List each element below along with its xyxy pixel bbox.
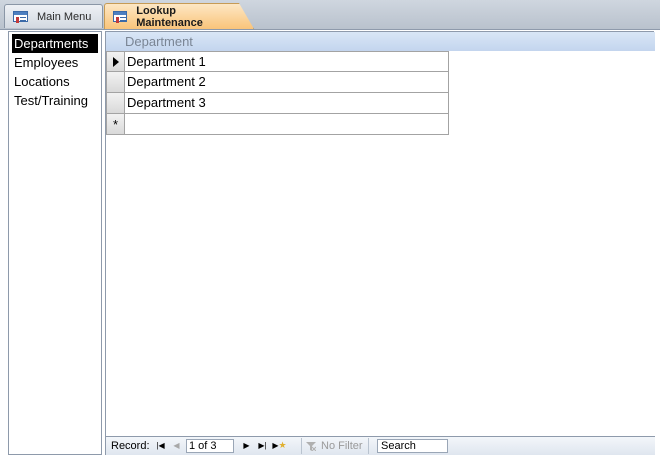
new-record-nav-icon[interactable]: ▶ ★ xyxy=(272,439,286,452)
new-department-cell[interactable] xyxy=(125,114,449,135)
list-item-employees[interactable]: Employees xyxy=(12,53,98,72)
record-selector[interactable] xyxy=(106,93,125,114)
search-input[interactable]: Search xyxy=(377,439,448,453)
tab-lookup-maintenance-label: Lookup Maintenance xyxy=(136,4,203,29)
form-header: Department xyxy=(106,32,655,51)
last-record-icon[interactable]: ▶| xyxy=(256,439,269,452)
form-icon xyxy=(113,11,128,22)
next-record-icon[interactable]: ▶ xyxy=(240,439,253,452)
previous-record-icon[interactable]: ◀ xyxy=(170,439,183,452)
lookup-list-pane: Departments Employees Locations Test/Tra… xyxy=(8,31,102,455)
lookup-listbox[interactable]: Departments Employees Locations Test/Tra… xyxy=(9,32,101,112)
department-cell[interactable]: Department 2 xyxy=(125,72,449,93)
filter-icon xyxy=(306,441,316,451)
list-item-departments[interactable]: Departments xyxy=(12,34,98,53)
document-tab-strip: Main Menu Lookup Maintenance xyxy=(0,0,660,30)
subform-pane: Department Department 1 Department 2 Dep… xyxy=(105,31,655,455)
record-navigation-bar: Record: |◀ ◀ 1 of 3 ▶ ▶| ▶ ★ No Filter Se… xyxy=(106,436,655,455)
tab-lookup-maintenance[interactable]: Lookup Maintenance xyxy=(104,3,254,29)
filter-toggle[interactable]: No Filter xyxy=(301,438,369,454)
list-item-test-training[interactable]: Test/Training xyxy=(12,91,98,110)
department-cell[interactable]: Department 1 xyxy=(125,51,449,72)
current-record-input[interactable]: 1 of 3 xyxy=(186,439,234,453)
list-item-locations[interactable]: Locations xyxy=(12,72,98,91)
column-header-department: Department xyxy=(125,34,193,49)
new-record-selector[interactable]: * xyxy=(106,114,125,135)
new-record-icon: * xyxy=(112,116,119,132)
first-record-icon[interactable]: |◀ xyxy=(154,439,167,452)
filter-label: No Filter xyxy=(321,440,363,452)
record-selector[interactable] xyxy=(106,51,125,72)
form-icon xyxy=(13,11,28,22)
record-label: Record: xyxy=(111,440,150,452)
tab-main-menu[interactable]: Main Menu xyxy=(4,4,103,28)
tab-main-menu-label: Main Menu xyxy=(37,10,92,23)
record-selector[interactable] xyxy=(106,72,125,93)
current-record-icon xyxy=(112,56,119,67)
department-cell[interactable]: Department 3 xyxy=(125,93,449,114)
